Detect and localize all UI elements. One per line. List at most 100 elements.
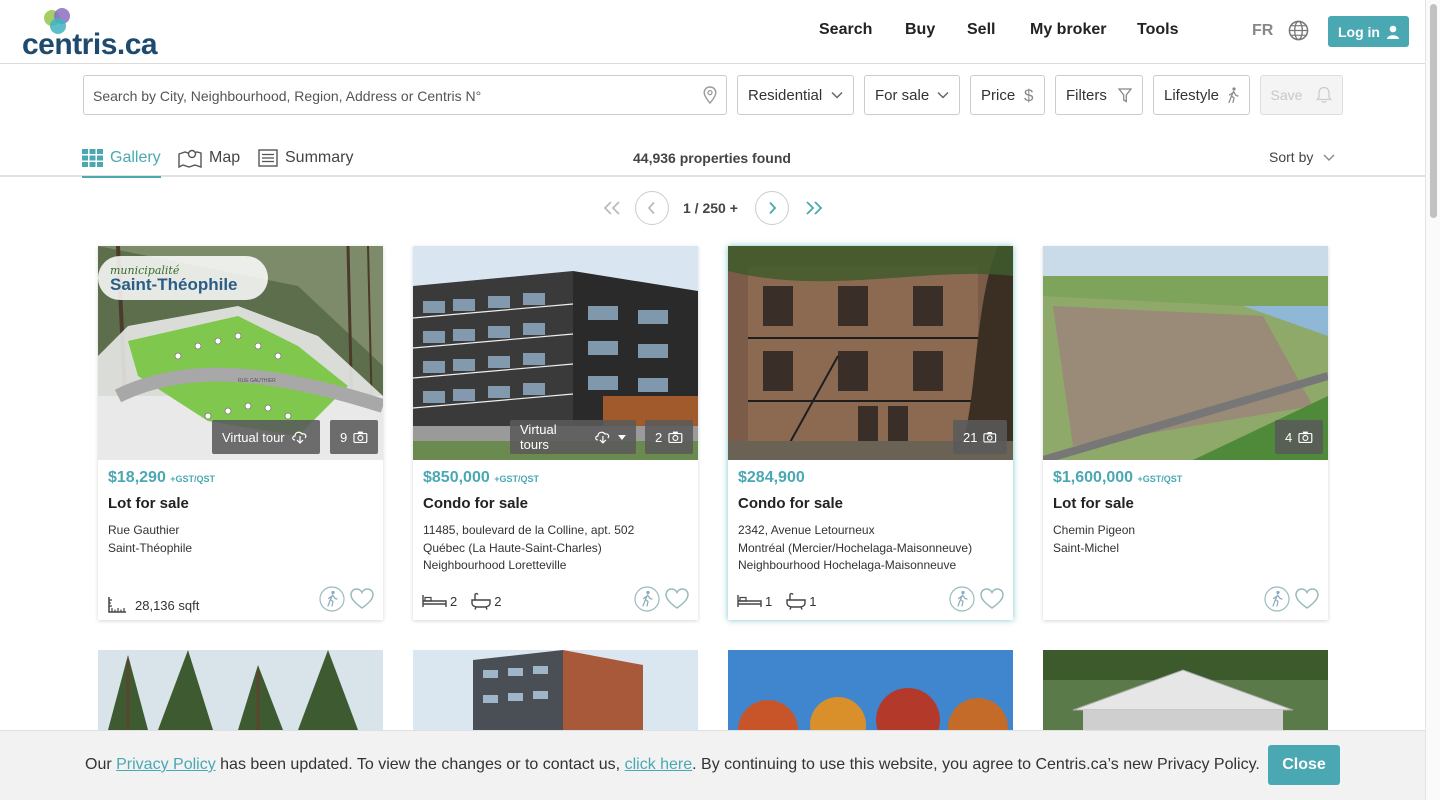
listing-card-photo[interactable] — [728, 650, 1013, 730]
tab-gallery[interactable]: Gallery — [82, 147, 161, 178]
transaction-label: For sale — [875, 86, 930, 104]
login-button[interactable]: Log in — [1328, 16, 1409, 47]
price-filter[interactable]: Price $ — [970, 75, 1045, 115]
card-actions — [949, 586, 1005, 612]
photo-count-badge[interactable]: 4 — [1275, 420, 1323, 454]
tab-map[interactable]: Map — [178, 147, 240, 169]
chevron-down-icon — [1323, 154, 1335, 161]
listing-card-photo[interactable] — [98, 650, 383, 730]
walk-score-icon[interactable] — [319, 586, 345, 612]
nav-search[interactable]: Search — [819, 21, 872, 39]
bedrooms: 2 — [422, 594, 457, 609]
listing-card[interactable]: RUE GAUTHIER municipalité Saint-Théophil… — [98, 246, 383, 620]
walk-score-icon[interactable] — [1264, 586, 1290, 612]
tab-gallery-label: Gallery — [110, 149, 161, 166]
listing-card-photo[interactable] — [413, 650, 698, 730]
listing-card[interactable]: 4 $1,600,000 +GST/QST Lot for sale Chemi… — [1043, 246, 1328, 620]
map-icon — [178, 149, 202, 168]
price-value: $850,000 — [423, 469, 490, 486]
privacy-banner: Our Privacy Policy has been updated. To … — [0, 730, 1425, 800]
sort-by-label: Sort by — [1269, 149, 1314, 165]
address-line: Saint-Théophile — [108, 540, 193, 555]
walk-score-icon[interactable] — [949, 586, 975, 612]
nav-tools[interactable]: Tools — [1137, 21, 1178, 39]
virtual-tour-badge[interactable]: Virtual tour — [212, 420, 320, 454]
listing-card-photo[interactable] — [1043, 650, 1328, 730]
bedrooms-count: 2 — [450, 593, 458, 609]
listing-type: Condo for sale — [738, 495, 844, 512]
click-here-link[interactable]: click here — [625, 756, 693, 773]
results-count: 44,936 properties found — [633, 150, 791, 166]
centris-logo[interactable]: centris.ca — [20, 6, 160, 61]
area-icon — [108, 597, 126, 613]
address-line: Chemin Pigeon — [1053, 523, 1136, 537]
site-header: centris.ca Search Buy Sell My broker Too… — [0, 0, 1425, 64]
search-input[interactable] — [93, 85, 693, 107]
nav-sell[interactable]: Sell — [967, 21, 995, 39]
bedrooms: 1 — [737, 594, 772, 609]
previous-page-button[interactable] — [635, 191, 669, 225]
price-filter-label: Price — [981, 86, 1016, 104]
listing-card[interactable]: Virtual tours 2 $850,000 +GST/QST Condo … — [413, 246, 698, 620]
area-value: 28,136 sqft — [135, 597, 200, 613]
language-toggle[interactable]: FR — [1252, 22, 1273, 40]
walk-score-icon[interactable] — [634, 586, 660, 612]
list-icon — [258, 149, 278, 167]
card-actions — [319, 586, 375, 612]
camera-icon — [983, 432, 997, 443]
close-button[interactable]: Close — [1268, 745, 1340, 785]
heart-icon[interactable] — [349, 587, 375, 611]
listing-price: $284,900 — [738, 469, 805, 487]
cloud-tour-icon — [595, 431, 610, 444]
listing-address: 2342, Avenue Letourneux Montréal (Mercie… — [738, 522, 972, 575]
scrollbar-thumb[interactable] — [1430, 4, 1437, 218]
page-indicator: 1 / 250 + — [683, 200, 738, 216]
photo-logo-main: Saint-Théophile — [110, 275, 238, 294]
last-page-icon[interactable] — [804, 200, 824, 216]
tab-summary-label: Summary — [285, 149, 354, 166]
bathrooms-count: 2 — [494, 593, 502, 609]
camera-icon — [668, 431, 683, 443]
sort-by-select[interactable]: Sort by — [1269, 149, 1335, 165]
heart-icon[interactable] — [979, 587, 1005, 611]
bed-icon — [422, 595, 447, 607]
category-select[interactable]: Residential — [737, 75, 854, 115]
logo-text: centris.ca — [22, 28, 158, 61]
save-search-button[interactable]: Save — [1260, 75, 1343, 115]
next-page-button[interactable] — [755, 191, 789, 225]
privacy-text-1: Our — [85, 756, 117, 773]
camera-icon — [1298, 431, 1313, 443]
card-actions — [634, 586, 690, 612]
transaction-select[interactable]: For sale — [864, 75, 960, 115]
nav-my-broker[interactable]: My broker — [1030, 21, 1106, 39]
virtual-tours-badge[interactable]: Virtual tours — [510, 420, 636, 454]
photo-count-badge[interactable]: 9 — [330, 420, 378, 454]
tab-summary[interactable]: Summary — [258, 147, 353, 169]
heart-icon[interactable] — [664, 587, 690, 611]
lifestyle-label: Lifestyle — [1164, 86, 1220, 104]
filters-button[interactable]: Filters — [1055, 75, 1143, 115]
address-line: Neighbourhood Loretteville — [423, 558, 567, 572]
address-line: Québec (La Haute-Saint-Charles) — [423, 540, 602, 555]
address-line: Rue Gauthier — [108, 523, 180, 537]
first-page-icon[interactable] — [602, 200, 622, 216]
privacy-policy-link[interactable]: Privacy Policy — [116, 756, 216, 773]
virtual-tour-label: Virtual tours — [520, 422, 557, 452]
listing-card[interactable]: 21 $284,900 Condo for sale 2342, Avenue … — [728, 246, 1013, 620]
user-icon — [1387, 25, 1399, 39]
lot-area: 28,136 sqft — [107, 596, 199, 614]
lifestyle-filter[interactable]: Lifestyle — [1153, 75, 1250, 115]
photo-count-badge[interactable]: 2 — [645, 420, 693, 454]
heart-icon[interactable] — [1294, 587, 1320, 611]
address-line: Saint-Michel — [1053, 540, 1120, 555]
photo-count-badge[interactable]: 21 — [953, 420, 1007, 454]
globe-icon[interactable] — [1288, 20, 1309, 41]
listing-type: Condo for sale — [423, 495, 529, 512]
nav-buy[interactable]: Buy — [905, 21, 935, 39]
price-value: $1,600,000 — [1053, 469, 1134, 486]
photo-count: 9 — [340, 429, 348, 445]
price-tax: +GST/QST — [494, 474, 539, 484]
listing-type: Lot for sale — [108, 495, 189, 512]
location-pin-icon[interactable] — [703, 86, 717, 104]
chevron-left-icon — [647, 201, 655, 215]
